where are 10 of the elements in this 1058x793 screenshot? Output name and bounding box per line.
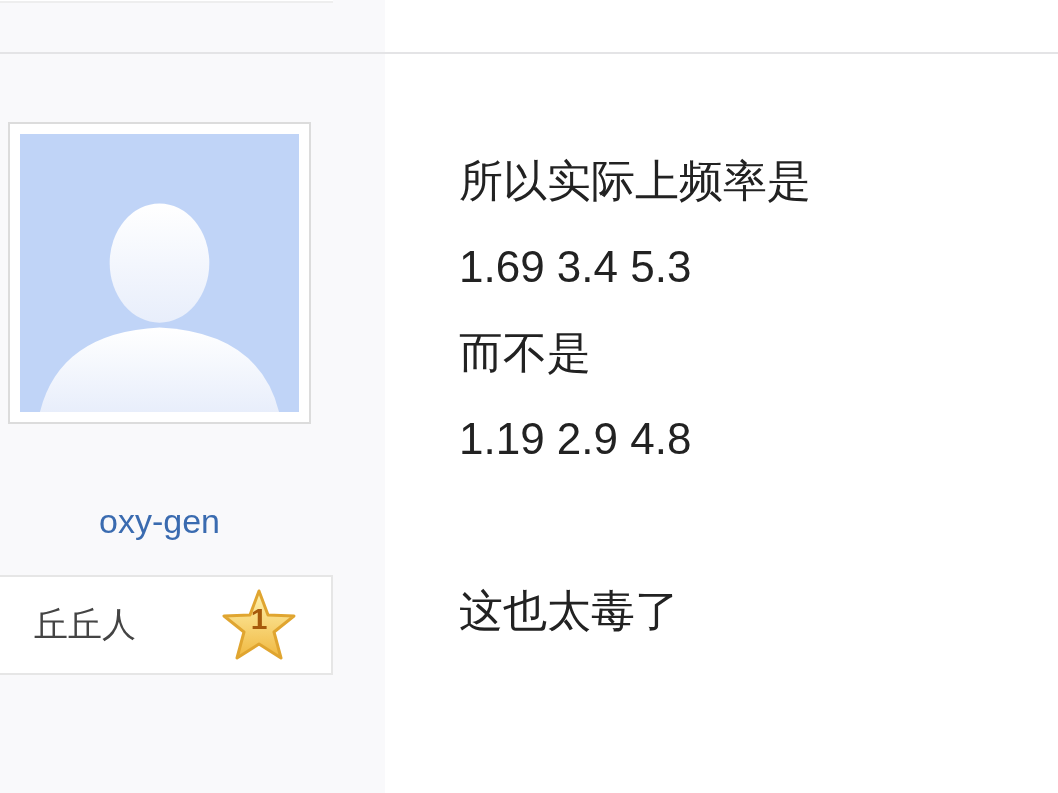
post-text-line: 所以实际上频率是 bbox=[459, 155, 812, 207]
avatar-silhouette-icon[interactable] bbox=[20, 134, 299, 412]
rank-title: 丘丘人 bbox=[34, 603, 136, 646]
username-link[interactable]: oxy-gen bbox=[99, 502, 220, 541]
post-text-line: 这也太毒了 bbox=[459, 585, 680, 637]
post-text-line: 而不是 bbox=[459, 327, 592, 379]
post-text-line: 1.19 2.9 4.8 bbox=[459, 413, 693, 465]
rank-level: 1 bbox=[249, 602, 269, 636]
post-text-line: 1.69 3.4 5.3 bbox=[459, 241, 693, 293]
star-icon bbox=[221, 588, 297, 662]
